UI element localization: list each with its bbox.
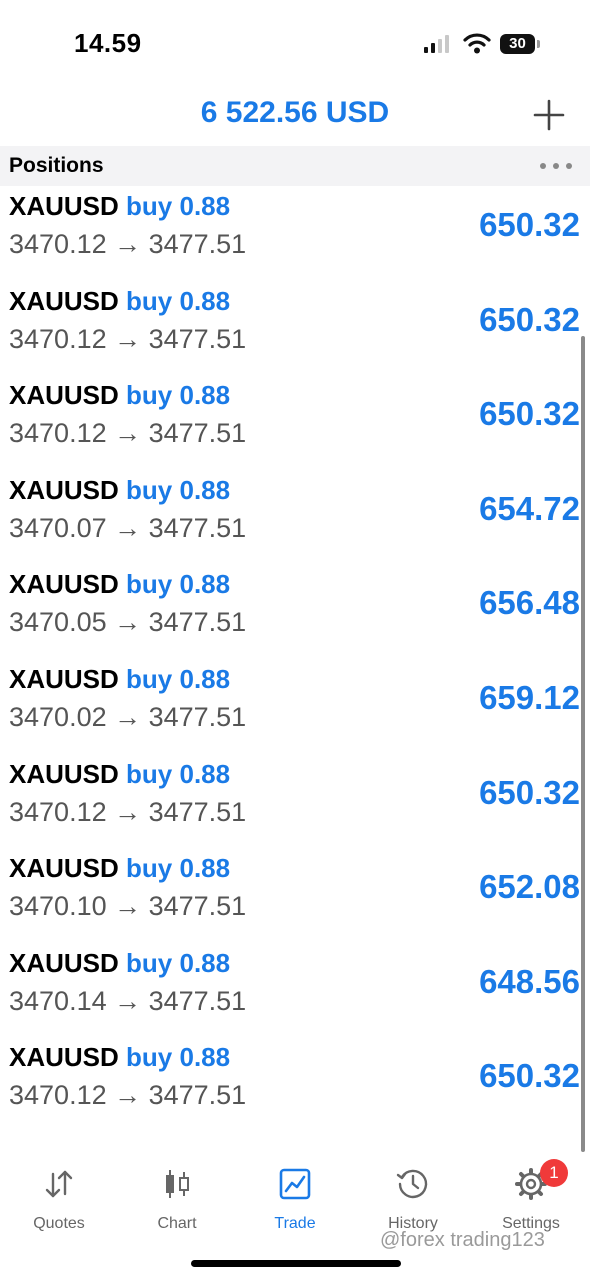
position-side-volume: buy 0.88 [126, 380, 231, 411]
position-profit: 654.72 [479, 489, 580, 527]
position-profit: 659.12 [479, 678, 580, 716]
list-scrollbar[interactable] [581, 336, 585, 1152]
candlestick-icon [166, 1170, 189, 1198]
position-profit: 650.32 [479, 395, 580, 433]
position-side-volume: buy 0.88 [126, 663, 231, 694]
position-row[interactable]: XAUUSD buy 0.88 3470.12 → 3477.51 650.32 [0, 375, 590, 470]
position-prices: 3470.07 → 3477.51 [9, 512, 247, 543]
position-profit: 650.32 [479, 1057, 580, 1095]
position-prices: 3470.02 → 3477.51 [9, 701, 247, 732]
battery-level: 30 [500, 34, 535, 54]
position-profit: 648.56 [479, 962, 580, 1000]
position-row[interactable]: XAUUSD buy 0.88 3470.12 → 3477.51 650.32 [0, 754, 590, 849]
position-symbol-line: XAUUSD buy 0.88 [9, 664, 230, 695]
position-symbol: XAUUSD [9, 380, 119, 411]
position-side-volume: buy 0.88 [126, 758, 231, 789]
position-row[interactable]: XAUUSD buy 0.88 3470.14 → 3477.51 648.56 [0, 943, 590, 1038]
tab-label: Quotes [33, 1215, 85, 1232]
position-side-volume: buy 0.88 [126, 569, 231, 600]
account-balance: 6 522.56 USD [200, 96, 390, 129]
positions-section-header: Positions [0, 146, 590, 186]
more-options-icon[interactable] [539, 158, 573, 174]
position-symbol-line: XAUUSD buy 0.88 [9, 853, 230, 884]
position-row[interactable]: XAUUSD buy 0.88 3470.12 → 3477.51 650.32 [0, 281, 590, 376]
position-side-volume: buy 0.88 [126, 947, 231, 978]
positions-title: Positions [9, 154, 104, 177]
position-prices: 3470.12 → 3477.51 [9, 323, 247, 354]
position-symbol: XAUUSD [9, 285, 119, 316]
position-prices: 3470.12 → 3477.51 [9, 1080, 247, 1111]
position-symbol-line: XAUUSD buy 0.88 [9, 380, 230, 411]
quotes-arrows-icon [45, 1170, 73, 1198]
position-symbol-line: XAUUSD buy 0.88 [9, 948, 230, 979]
position-symbol: XAUUSD [9, 474, 119, 505]
position-side-volume: buy 0.88 [126, 853, 231, 884]
position-side-volume: buy 0.88 [126, 191, 231, 221]
add-order-button[interactable] [532, 98, 566, 132]
position-prices: 3470.05 → 3477.51 [9, 607, 247, 638]
positions-list: XAUUSD buy 0.88 3470.12 → 3477.51 650.32… [0, 186, 590, 1132]
cellular-signal-icon [424, 35, 449, 53]
position-symbol-line: XAUUSD buy 0.88 [9, 286, 230, 317]
home-indicator[interactable] [191, 1260, 401, 1267]
position-row[interactable]: XAUUSD buy 0.88 3470.10 → 3477.51 652.08 [0, 848, 590, 943]
position-symbol-line: XAUUSD buy 0.88 [9, 475, 230, 506]
position-symbol-line: XAUUSD buy 0.88 [9, 759, 230, 790]
position-prices: 3470.12 → 3477.51 [9, 418, 247, 449]
history-clock-icon [396, 1169, 428, 1199]
position-profit: 652.08 [479, 868, 580, 906]
battery-icon: 30 [500, 34, 540, 54]
tab-chart[interactable]: Chart [118, 1166, 236, 1246]
status-time: 14.59 [74, 28, 142, 58]
position-row[interactable]: XAUUSD buy 0.88 3470.05 → 3477.51 656.48 [0, 564, 590, 659]
position-side-volume: buy 0.88 [126, 1042, 231, 1073]
position-side-volume: buy 0.88 [126, 285, 231, 316]
position-row[interactable]: XAUUSD buy 0.88 3470.02 → 3477.51 659.12 [0, 659, 590, 754]
position-symbol-line: XAUUSD buy 0.88 [9, 569, 230, 600]
position-symbol-line: XAUUSD buy 0.88 [9, 1042, 230, 1073]
settings-notification-badge: 1 [540, 1159, 568, 1187]
position-side-volume: buy 0.88 [126, 474, 231, 505]
position-symbol-line: XAUUSD buy 0.88 [9, 191, 230, 222]
position-row[interactable]: XAUUSD buy 0.88 3470.12 → 3477.51 650.32 [0, 186, 590, 281]
position-symbol: XAUUSD [9, 947, 119, 978]
trade-chart-icon [279, 1168, 311, 1200]
tab-trade[interactable]: Trade [236, 1166, 354, 1246]
position-symbol: XAUUSD [9, 569, 119, 600]
position-prices: 3470.12 → 3477.51 [9, 229, 247, 259]
position-row[interactable]: XAUUSD buy 0.88 3470.07 → 3477.51 654.72 [0, 470, 590, 565]
tab-label: Trade [274, 1215, 316, 1232]
position-profit: 650.32 [479, 773, 580, 811]
watermark: @forex trading123 [380, 1229, 545, 1251]
wifi-icon [463, 33, 491, 54]
position-symbol: XAUUSD [9, 191, 119, 221]
position-symbol: XAUUSD [9, 1042, 119, 1073]
position-prices: 3470.12 → 3477.51 [9, 796, 247, 827]
position-profit: 650.32 [479, 206, 580, 243]
position-profit: 650.32 [479, 300, 580, 338]
position-symbol: XAUUSD [9, 663, 119, 694]
position-symbol: XAUUSD [9, 853, 119, 884]
position-symbol: XAUUSD [9, 758, 119, 789]
tab-quotes[interactable]: Quotes [0, 1166, 118, 1246]
position-profit: 656.48 [479, 584, 580, 622]
position-prices: 3470.10 → 3477.51 [9, 891, 247, 922]
header: 6 522.56 USD [0, 88, 590, 146]
position-row[interactable]: XAUUSD buy 0.88 3470.12 → 3477.51 650.32 [0, 1037, 590, 1132]
position-prices: 3470.14 → 3477.51 [9, 985, 247, 1016]
tab-label: Chart [157, 1215, 197, 1232]
status-bar: 14.59 30 [0, 0, 590, 88]
